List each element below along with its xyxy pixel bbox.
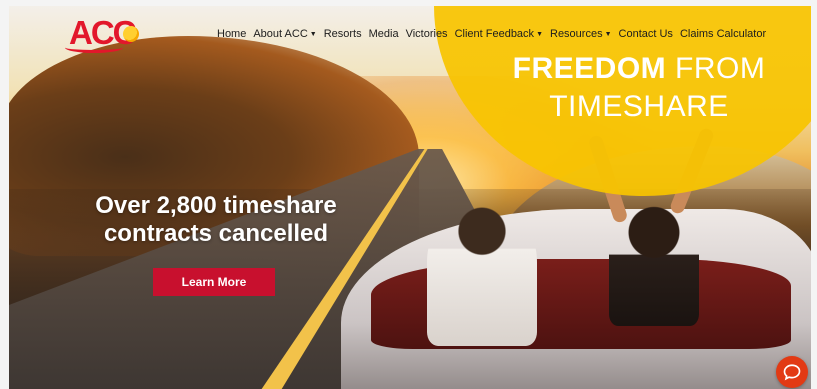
learn-more-label: Learn More <box>181 275 247 289</box>
hero-banner: FREEDOM FROM TIMESHARE ACC Home About AC… <box>9 6 811 389</box>
caret-down-icon: ▼ <box>309 30 317 38</box>
nav-resources-label: Resources <box>550 28 603 40</box>
nav-client-feedback[interactable]: Client Feedback ▼ <box>455 28 543 40</box>
freedom-headline: FREEDOM FROM TIMESHARE <box>464 50 811 126</box>
nav-resorts-label: Resorts <box>323 28 362 40</box>
nav-resources[interactable]: Resources ▼ <box>550 28 612 40</box>
nav-client-feedback-label: Client Feedback <box>454 28 535 40</box>
nav-contact-label: Contact Us <box>618 28 673 40</box>
headline-bold: FREEDOM <box>512 52 667 85</box>
logo-swoosh <box>65 42 123 53</box>
chat-bubble-icon <box>783 364 801 381</box>
nav-claims-label: Claims Calculator <box>679 28 767 40</box>
learn-more-button[interactable]: Learn More <box>153 268 275 296</box>
main-nav: Home About ACC ▼ Resorts Media Victories … <box>217 28 766 40</box>
nav-victories[interactable]: Victories <box>406 28 448 40</box>
nav-claims-calculator[interactable]: Claims Calculator <box>680 28 766 40</box>
headline-timeshare: TIMESHARE <box>549 90 729 123</box>
nav-about-label: About ACC <box>253 28 308 40</box>
nav-resorts[interactable]: Resorts <box>324 28 362 40</box>
nav-home-label: Home <box>217 28 247 40</box>
logo-sun-icon <box>123 26 139 42</box>
chat-widget-button[interactable] <box>776 356 808 388</box>
nav-media[interactable]: Media <box>369 28 399 40</box>
nav-contact-us[interactable]: Contact Us <box>619 28 673 40</box>
caret-down-icon: ▼ <box>536 30 543 38</box>
nav-about-acc[interactable]: About ACC ▼ <box>253 28 316 40</box>
caret-down-icon: ▼ <box>604 30 612 38</box>
passenger-figure <box>609 206 699 326</box>
hero-title: Over 2,800 timeshare contracts cancelled <box>95 192 337 247</box>
headline-from: FROM <box>675 52 766 85</box>
nav-victories-label: Victories <box>405 28 448 40</box>
nav-media-label: Media <box>368 28 399 40</box>
acc-logo[interactable]: ACC <box>65 14 149 54</box>
driver-figure <box>427 206 537 346</box>
nav-home[interactable]: Home <box>217 28 246 40</box>
